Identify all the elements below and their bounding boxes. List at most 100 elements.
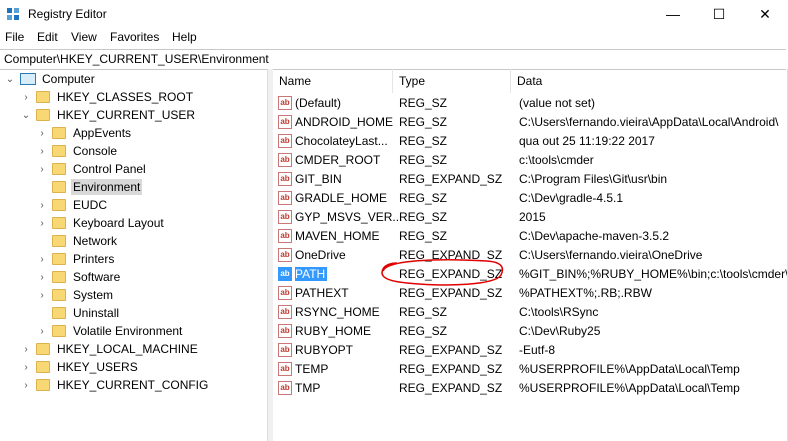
value-data: C:\tools\RSync: [519, 305, 599, 319]
tree-item-network[interactable]: Network: [36, 232, 119, 250]
tree-item-appevents[interactable]: › AppEvents: [36, 124, 133, 142]
chevron-right-icon[interactable]: ›: [20, 379, 32, 391]
tree-item-environment[interactable]: Environment: [36, 178, 143, 196]
value-data: C:\Users\fernando.vieira\AppData\Local\A…: [519, 115, 779, 129]
registry-editor-app-icon: [7, 8, 19, 20]
value-name: RUBYOPT: [295, 343, 354, 357]
value-name: ANDROID_HOME: [295, 115, 394, 129]
string-value-icon: ab: [278, 153, 292, 167]
chevron-right-icon[interactable]: ›: [20, 343, 32, 355]
tree-item-label: HKEY_CURRENT_CONFIG: [57, 378, 209, 392]
chevron-right-icon[interactable]: ›: [20, 91, 32, 103]
value-row[interactable]: ab GIT_BIN REG_EXPAND_SZ C:\Program File…: [273, 170, 788, 189]
close-button[interactable]: ✕: [742, 0, 788, 28]
chevron-right-icon[interactable]: ›: [36, 289, 48, 301]
tree-item-volatile-environment[interactable]: › Volatile Environment: [36, 322, 184, 340]
tree-item-uninstall[interactable]: Uninstall: [36, 304, 121, 322]
chevron-right-icon[interactable]: ›: [36, 145, 48, 157]
tree-item-hkey-current-user[interactable]: ⌄ HKEY_CURRENT_USER: [20, 106, 197, 124]
folder-icon: [52, 199, 66, 211]
value-row[interactable]: ab RUBYOPT REG_EXPAND_SZ -Eutf-8: [273, 341, 788, 360]
value-type: REG_EXPAND_SZ: [399, 381, 503, 395]
tree-item-label: HKEY_CURRENT_USER: [57, 108, 196, 122]
value-name: TMP: [295, 381, 321, 395]
string-value-icon: ab: [278, 248, 292, 262]
chevron-down-icon[interactable]: ⌄: [20, 109, 32, 121]
value-row[interactable]: ab RSYNC_HOME REG_SZ C:\tools\RSync: [273, 303, 788, 322]
value-row-path-selected[interactable]: ab PATH REG_EXPAND_SZ %GIT_BIN%;%RUBY_HO…: [273, 265, 788, 284]
tree-item-label: EUDC: [73, 198, 108, 212]
menu-edit[interactable]: Edit: [37, 30, 58, 44]
value-row[interactable]: ab TMP REG_EXPAND_SZ %USERPROFILE%\AppDa…: [273, 379, 788, 398]
value-row[interactable]: ab GYP_MSVS_VER... REG_SZ 2015: [273, 208, 788, 227]
value-row[interactable]: ab MAVEN_HOME REG_SZ C:\Dev\apache-maven…: [273, 227, 788, 246]
address-bar[interactable]: Computer\HKEY_CURRENT_USER\Environment: [0, 49, 786, 70]
value-row[interactable]: ab TEMP REG_EXPAND_SZ %USERPROFILE%\AppD…: [273, 360, 788, 379]
tree-item-label: Console: [73, 144, 118, 158]
folder-icon: [36, 379, 50, 391]
menu-help[interactable]: Help: [172, 30, 197, 44]
value-row[interactable]: ab ChocolateyLast... REG_SZ qua out 25 1…: [273, 132, 788, 151]
registry-tree[interactable]: ⌄ Computer › HKEY_CLASSES_ROOT ⌄ HKEY_CU…: [0, 69, 267, 441]
chevron-right-icon[interactable]: ›: [36, 253, 48, 265]
tree-item-label: Computer: [42, 72, 95, 86]
value-data: %USERPROFILE%\AppData\Local\Temp: [519, 381, 740, 395]
chevron-right-icon[interactable]: ›: [36, 271, 48, 283]
string-value-icon: ab: [278, 191, 292, 205]
value-data: %GIT_BIN%;%RUBY_HOME%\bin;c:\tools\cmder…: [519, 267, 787, 281]
column-header-data[interactable]: Data: [511, 69, 788, 93]
tree-item-hkey-classes-root[interactable]: › HKEY_CLASSES_ROOT: [20, 88, 195, 106]
value-row[interactable]: ab PATHEXT REG_EXPAND_SZ %PATHEXT%;.RB;.…: [273, 284, 788, 303]
tree-item-console[interactable]: › Console: [36, 142, 119, 160]
maximize-button[interactable]: ☐: [696, 0, 742, 28]
tree-item-label: Printers: [73, 252, 115, 266]
menu-bar: File Edit View Favorites Help: [0, 28, 788, 48]
string-value-icon: ab: [278, 305, 292, 319]
value-row[interactable]: ab GRADLE_HOME REG_SZ C:\Dev\gradle-4.5.…: [273, 189, 788, 208]
value-data: qua out 25 11:19:22 2017: [519, 134, 655, 148]
string-value-icon: ab: [278, 381, 292, 395]
tree-item-keyboard-layout[interactable]: › Keyboard Layout: [36, 214, 166, 232]
chevron-right-icon[interactable]: ›: [20, 361, 32, 373]
tree-item-hkey-current-config[interactable]: › HKEY_CURRENT_CONFIG: [20, 376, 210, 394]
chevron-right-icon[interactable]: ›: [36, 163, 48, 175]
chevron-right-icon[interactable]: ›: [36, 325, 48, 337]
value-data: -Eutf-8: [519, 343, 556, 357]
tree-item-hkey-users[interactable]: › HKEY_USERS: [20, 358, 140, 376]
value-row[interactable]: ab OneDrive REG_EXPAND_SZ C:\Users\ferna…: [273, 246, 788, 265]
value-row[interactable]: ab CMDER_ROOT REG_SZ c:\tools\cmder: [273, 151, 788, 170]
menu-view[interactable]: View: [71, 30, 97, 44]
value-row[interactable]: ab (Default) REG_SZ (value not set): [273, 94, 788, 113]
title-bar: Registry Editor — ☐ ✕: [0, 0, 788, 28]
column-header-type[interactable]: Type: [393, 69, 511, 93]
address-path[interactable]: Computer\HKEY_CURRENT_USER\Environment: [4, 52, 269, 66]
chevron-right-icon[interactable]: ›: [36, 217, 48, 229]
menu-favorites[interactable]: Favorites: [110, 30, 159, 44]
chevron-right-icon[interactable]: ›: [36, 127, 48, 139]
value-name: GRADLE_HOME: [295, 191, 388, 205]
values-list[interactable]: Name Type Data ab (Default) REG_SZ (valu…: [273, 69, 788, 441]
tree-item-label: Environment: [71, 179, 143, 195]
value-data: C:\Dev\apache-maven-3.5.2: [519, 229, 670, 243]
tree-item-system[interactable]: › System: [36, 286, 115, 304]
tree-item-control-panel[interactable]: › Control Panel: [36, 160, 148, 178]
minimize-button[interactable]: —: [650, 0, 696, 28]
folder-icon: [52, 307, 66, 319]
string-value-icon: ab: [278, 210, 292, 224]
menu-file[interactable]: File: [5, 30, 24, 44]
value-row[interactable]: ab ANDROID_HOME REG_SZ C:\Users\fernando…: [273, 113, 788, 132]
chevron-down-icon[interactable]: ⌄: [4, 73, 16, 85]
folder-icon: [52, 181, 66, 193]
tree-item-label: System: [73, 288, 114, 302]
value-row[interactable]: ab RUBY_HOME REG_SZ C:\Dev\Ruby25: [273, 322, 788, 341]
chevron-right-icon[interactable]: ›: [36, 199, 48, 211]
tree-item-computer[interactable]: ⌄ Computer: [4, 70, 97, 88]
tree-item-hkey-local-machine[interactable]: › HKEY_LOCAL_MACHINE: [20, 340, 200, 358]
column-header-name[interactable]: Name: [273, 69, 393, 93]
value-name: GIT_BIN: [295, 172, 342, 186]
folder-icon: [36, 361, 50, 373]
tree-item-software[interactable]: › Software: [36, 268, 122, 286]
tree-item-printers[interactable]: › Printers: [36, 250, 116, 268]
tree-item-eudc[interactable]: › EUDC: [36, 196, 109, 214]
